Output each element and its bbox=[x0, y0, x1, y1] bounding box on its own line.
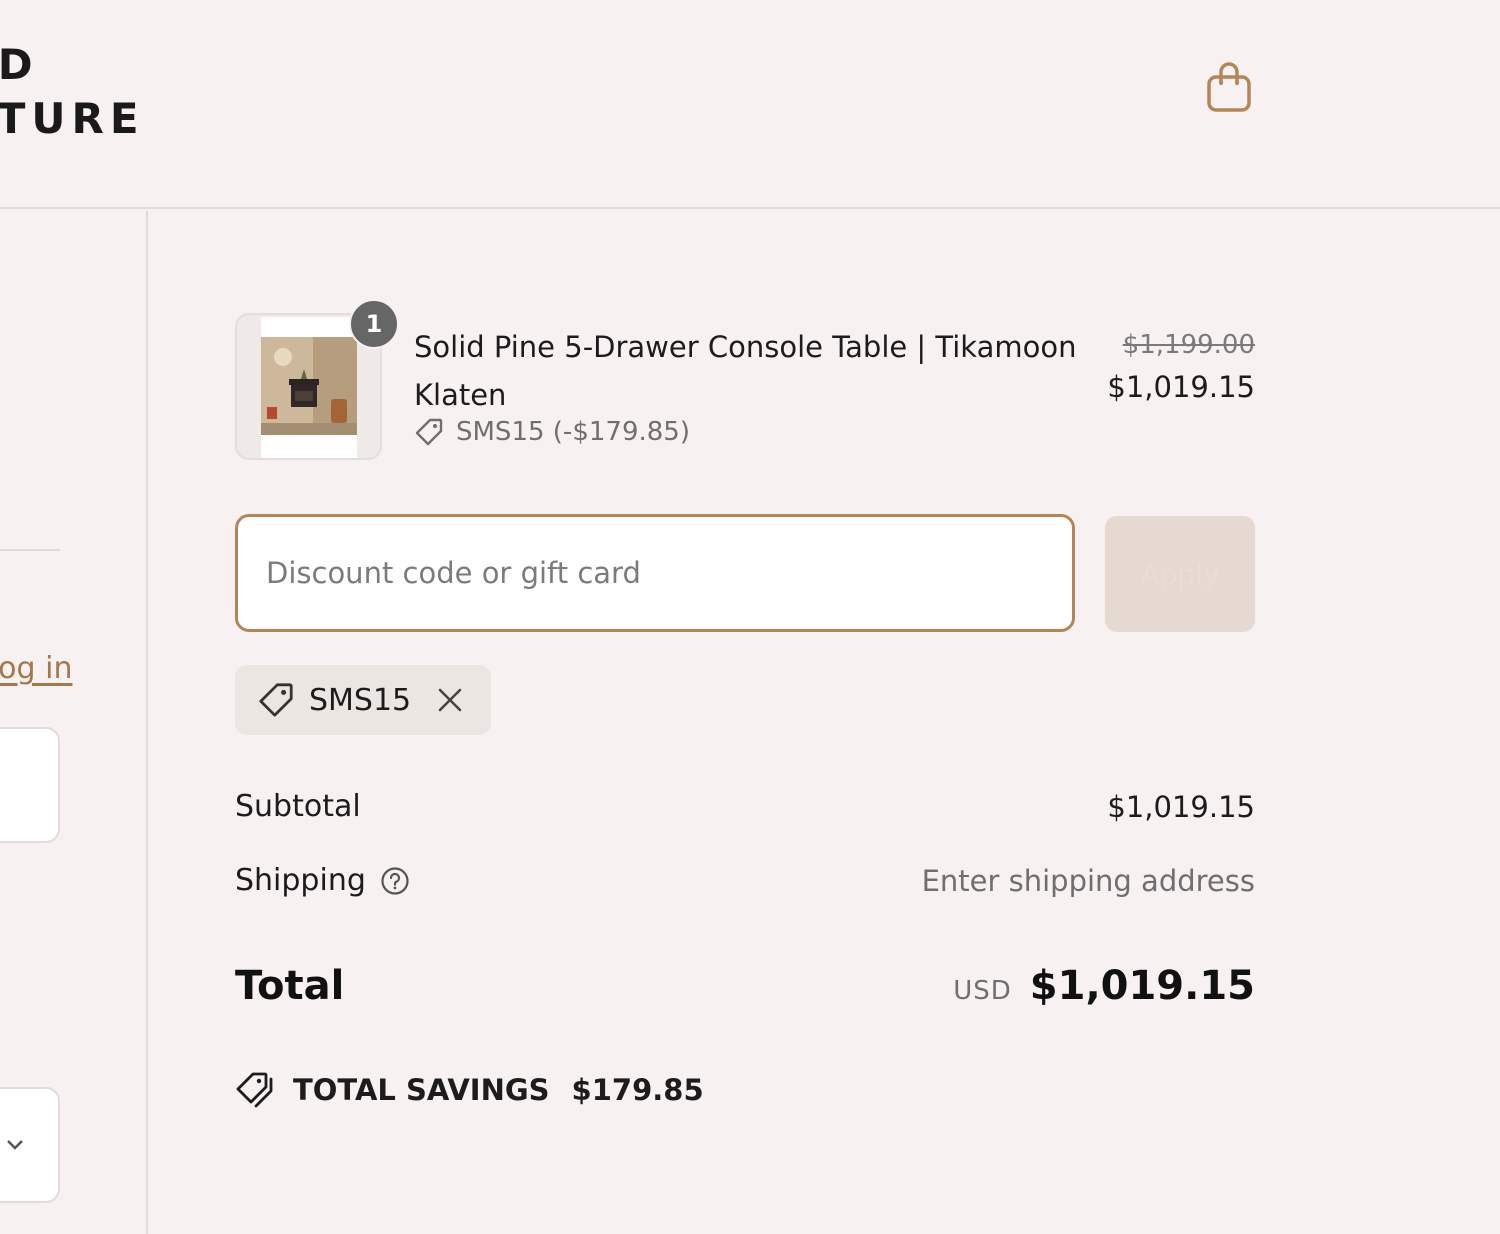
apply-button[interactable]: Apply bbox=[1105, 516, 1255, 632]
total-amount: USD $1,019.15 bbox=[953, 963, 1255, 1009]
product-price: $1,199.00 $1,019.15 bbox=[1107, 327, 1255, 411]
login-link[interactable]: Log in bbox=[0, 651, 72, 686]
total-row: Total USD $1,019.15 bbox=[235, 963, 1255, 1009]
shipping-value: Enter shipping address bbox=[921, 863, 1255, 898]
total-value: $1,019.15 bbox=[1029, 963, 1255, 1009]
shipping-label-wrap: Shipping bbox=[235, 863, 410, 898]
checkout-page: OD NITURE Log in bbox=[0, 0, 1500, 1234]
cart-button[interactable] bbox=[1200, 58, 1258, 116]
divider bbox=[0, 549, 60, 551]
discounted-price: $1,019.15 bbox=[1107, 370, 1255, 404]
product-image bbox=[261, 317, 357, 458]
remove-discount-button[interactable] bbox=[437, 687, 463, 713]
tag-icon bbox=[415, 418, 443, 446]
total-label: Total bbox=[235, 963, 345, 1009]
subtotal-value: $1,019.15 bbox=[1107, 789, 1255, 824]
currency-code: USD bbox=[953, 976, 1012, 1006]
shipping-label: Shipping bbox=[235, 863, 366, 898]
subtotal-row: Subtotal $1,019.15 bbox=[235, 789, 1255, 824]
logo-line-1: OD bbox=[0, 40, 39, 89]
quantity-badge: 1 bbox=[349, 299, 399, 349]
country-select[interactable] bbox=[0, 1087, 60, 1203]
product-photo-illustration bbox=[261, 317, 357, 458]
chevron-down-icon bbox=[7, 1140, 23, 1150]
product-thumbnail: 1 bbox=[235, 299, 399, 460]
product-name: Solid Pine 5-Drawer Console Table | Tika… bbox=[414, 330, 1077, 412]
close-icon bbox=[438, 688, 462, 712]
applied-discount-chip: SMS15 bbox=[235, 665, 492, 735]
tags-icon bbox=[236, 1072, 273, 1108]
checkout-form-column: Log in bbox=[0, 211, 148, 1234]
product-discount: SMS15 (-$179.85) bbox=[414, 417, 690, 447]
discount-code-input[interactable] bbox=[235, 514, 1075, 632]
discount-form: Apply bbox=[235, 514, 1255, 634]
total-savings-label: TOTAL SAVINGS bbox=[293, 1073, 550, 1107]
applied-discount-code: SMS15 bbox=[309, 682, 412, 718]
help-icon[interactable] bbox=[380, 866, 410, 896]
product-discount-label: SMS15 (-$179.85) bbox=[456, 417, 690, 447]
tag-icon bbox=[259, 683, 293, 717]
store-logo[interactable]: OD NITURE bbox=[0, 38, 145, 146]
header: OD NITURE bbox=[0, 0, 1500, 209]
subtotal-label: Subtotal bbox=[235, 789, 361, 824]
product-line-item: 1 Solid Pine 5-Drawer Console Table | Ti… bbox=[235, 299, 1255, 471]
contact-input[interactable] bbox=[0, 727, 60, 843]
original-price: $1,199.00 bbox=[1122, 330, 1255, 360]
shopping-bag-icon bbox=[1207, 62, 1251, 112]
total-savings: TOTAL SAVINGS $179.85 bbox=[235, 1071, 704, 1109]
total-savings-value: $179.85 bbox=[571, 1073, 704, 1107]
shipping-row: Shipping Enter shipping address bbox=[235, 863, 1255, 898]
logo-line-2: NITURE bbox=[0, 94, 145, 143]
